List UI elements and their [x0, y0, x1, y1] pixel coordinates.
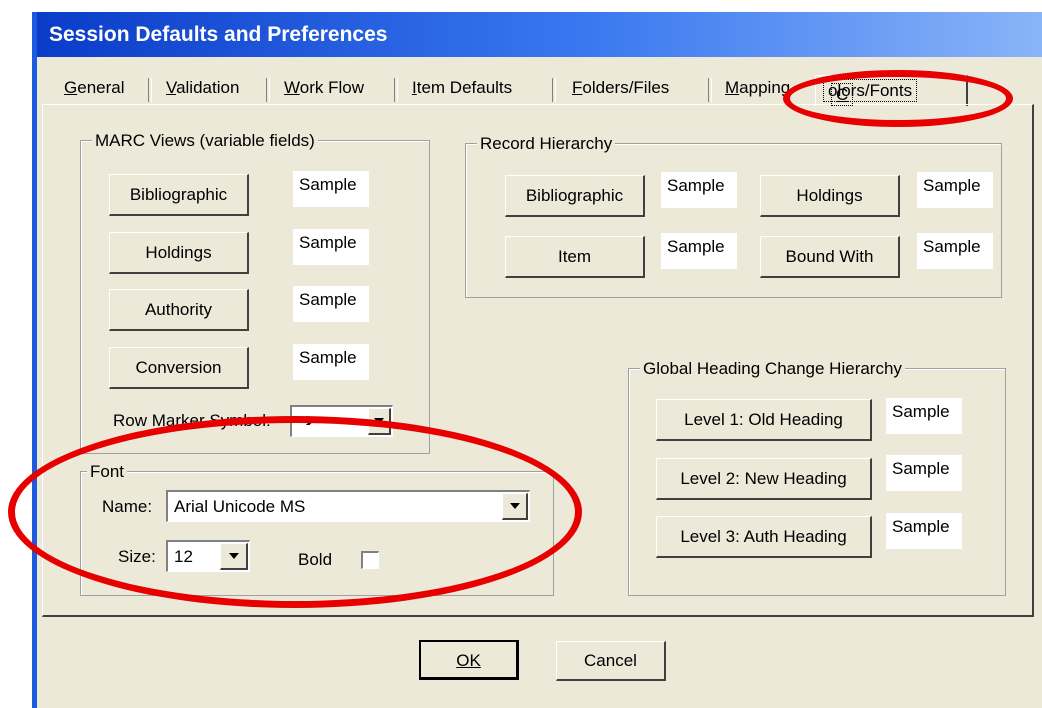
- level-1-sample: Sample: [886, 398, 962, 434]
- record-bibliographic-sample: Sample: [661, 172, 737, 208]
- tab-separator: [552, 78, 556, 102]
- tab-validation[interactable]: Validation: [166, 73, 239, 103]
- row-marker-dropdown-arrow-icon[interactable]: [368, 408, 391, 435]
- marc-authority-sample: Sample: [293, 286, 369, 322]
- record-holdings-sample: Sample: [917, 172, 993, 208]
- marc-conversion-button[interactable]: Conversion: [109, 347, 249, 389]
- font-name-label: Name:: [102, 497, 153, 516]
- marc-conversion-sample: Sample: [293, 344, 369, 380]
- global-heading-title: Global Heading Change Hierarchy: [640, 359, 905, 379]
- record-bibliographic-button[interactable]: Bibliographic: [505, 175, 645, 217]
- tab-folders-files[interactable]: Folders/Files: [572, 73, 669, 103]
- window-border: [32, 12, 37, 708]
- tab-mapping[interactable]: Mapping: [725, 73, 790, 103]
- record-item-button[interactable]: Item: [505, 236, 645, 278]
- tab-general[interactable]: General: [64, 73, 125, 103]
- record-bound-with-sample: Sample: [917, 233, 993, 269]
- record-bound-with-button[interactable]: Bound With: [760, 236, 900, 278]
- font-name-value: Arial Unicode MS: [174, 497, 306, 516]
- tab-separator: [708, 78, 712, 102]
- bold-label: Bold: [298, 550, 333, 569]
- tab-work-flow[interactable]: Work Flow: [284, 73, 364, 103]
- font-size-value: 12: [174, 547, 193, 566]
- tab-separator: [266, 78, 270, 102]
- marc-views-title: MARC Views (variable fields): [92, 131, 318, 151]
- marc-holdings-button[interactable]: Holdings: [109, 232, 249, 274]
- level-2-new-heading-button[interactable]: Level 2: New Heading: [656, 458, 872, 500]
- level-3-auth-heading-button[interactable]: Level 3: Auth Heading: [656, 516, 872, 558]
- tab-separator: [394, 78, 398, 102]
- cancel-button-label: Cancel: [584, 651, 637, 670]
- font-group-title: Font: [87, 462, 128, 482]
- ok-button[interactable]: OK: [419, 640, 519, 680]
- row-marker-value: ➔: [300, 411, 315, 430]
- tab-colors-fonts[interactable]: Colors/Fonts: [815, 75, 968, 106]
- bold-checkbox[interactable]: [361, 551, 379, 569]
- font-name-select[interactable]: Arial Unicode MS: [166, 490, 530, 522]
- record-item-sample: Sample: [661, 233, 737, 269]
- level-2-sample: Sample: [886, 455, 962, 491]
- row-marker-label: Row Marker Symbol:: [113, 411, 271, 430]
- level-1-old-heading-button[interactable]: Level 1: Old Heading: [656, 399, 872, 441]
- font-name-dropdown-arrow-icon[interactable]: [502, 493, 528, 520]
- tab-separator: [148, 78, 152, 102]
- marc-bibliographic-sample: Sample: [293, 171, 369, 207]
- record-holdings-button[interactable]: Holdings: [760, 175, 900, 217]
- font-size-label: Size:: [118, 547, 156, 566]
- marc-authority-button[interactable]: Authority: [109, 289, 249, 331]
- cancel-button[interactable]: Cancel: [556, 641, 666, 681]
- font-size-dropdown-arrow-icon[interactable]: [220, 543, 248, 570]
- tab-item-defaults[interactable]: Item Defaults: [412, 73, 512, 103]
- dialog-title: Session Defaults and Preferences: [37, 12, 1042, 57]
- level-3-sample: Sample: [886, 513, 962, 549]
- marc-holdings-sample: Sample: [293, 229, 369, 265]
- record-hierarchy-title: Record Hierarchy: [477, 134, 616, 154]
- ok-button-label: OK: [456, 651, 481, 670]
- marc-bibliographic-button[interactable]: Bibliographic: [109, 174, 249, 216]
